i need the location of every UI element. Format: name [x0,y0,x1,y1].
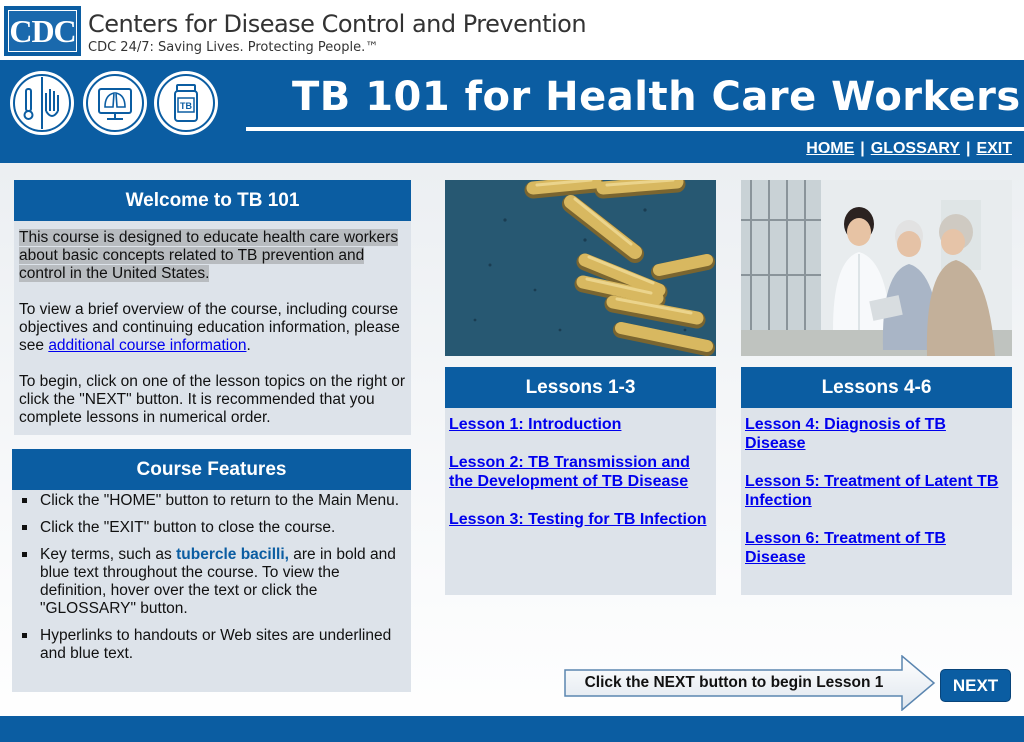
health-care-workers-photo [741,180,1012,356]
welcome-intro: This course is designed to educate healt… [19,229,399,282]
home-link[interactable]: HOME [806,140,854,157]
lung-xray-icon [83,71,147,135]
tb-bacteria-photo [445,180,716,356]
features-heading: Course Features [12,449,411,490]
tubercle-bacilli-term[interactable]: tubercle bacilli, [176,546,289,563]
glossary-link[interactable]: GLOSSARY [871,140,960,157]
welcome-panel: This course is designed to educate healt… [14,221,411,435]
next-hint-text: Click the NEXT button to begin Lesson 1 [584,674,884,691]
nav-separator: | [860,140,865,157]
title-divider [246,127,1024,131]
course-banner: TB TB 101 for Health Care Workers HOME | G… [0,60,1024,163]
overview-suffix: . [246,337,251,354]
lessons-1-3-panel: Lesson 1: Introduction Lesson 2: TB Tran… [445,408,716,595]
lesson-6-link[interactable]: Lesson 6: Treatment of TB Disease [745,529,1008,567]
lesson-4-link[interactable]: Lesson 4: Diagnosis of TB Disease [745,415,1008,453]
lesson-5-link[interactable]: Lesson 5: Treatment of Latent TB Infecti… [745,472,1008,510]
feature-item-home: Click the "HOME" button to return to the… [20,492,403,510]
page-title: TB 101 for Health Care Workers [292,74,1021,120]
additional-course-info-link[interactable]: additional course information [48,337,246,354]
lessons-4-6-panel: Lesson 4: Diagnosis of TB Disease Lesson… [741,408,1012,595]
begin-instructions: To begin, click on one of the lesson top… [19,373,406,426]
top-nav: HOME | GLOSSARY | EXIT [806,140,1012,158]
features-panel: Click the "HOME" button to return to the… [12,490,411,692]
feature-item-exit: Click the "EXIT" button to close the cou… [20,519,403,537]
feature-item-key-terms: Key terms, such as tubercle bacilli, are… [20,546,403,618]
lessons-4-6-heading: Lessons 4-6 [741,367,1012,408]
cdc-logo-text: CDC [9,12,76,49]
health-care-worker-icon [10,71,74,135]
cdc-header: CDC Centers for Disease Control and Prev… [0,0,1024,60]
lesson-3-link[interactable]: Lesson 3: Testing for TB Infection [449,510,712,529]
next-button[interactable]: NEXT [940,669,1011,702]
lesson-2-link[interactable]: Lesson 2: TB Transmission and the Develo… [449,453,712,491]
cdc-name: Centers for Disease Control and Preventi… [88,10,587,38]
feature-key-terms-prefix: Key terms, such as [40,546,177,563]
footer-bar [0,716,1024,742]
nav-separator: | [965,140,971,157]
lessons-1-3-heading: Lessons 1-3 [445,367,716,408]
bottle-label: TB [180,101,192,111]
lesson-1-link[interactable]: Lesson 1: Introduction [449,415,712,434]
cdc-logo: CDC [4,6,81,56]
cdc-tagline: CDC 24/7: Saving Lives. Protecting Peopl… [88,40,379,55]
welcome-heading: Welcome to TB 101 [14,180,411,221]
feature-item-hyperlinks: Hyperlinks to handouts or Web sites are … [20,627,403,663]
exit-link[interactable]: EXIT [976,140,1012,157]
tb-medicine-bottle-icon: TB [154,71,218,135]
